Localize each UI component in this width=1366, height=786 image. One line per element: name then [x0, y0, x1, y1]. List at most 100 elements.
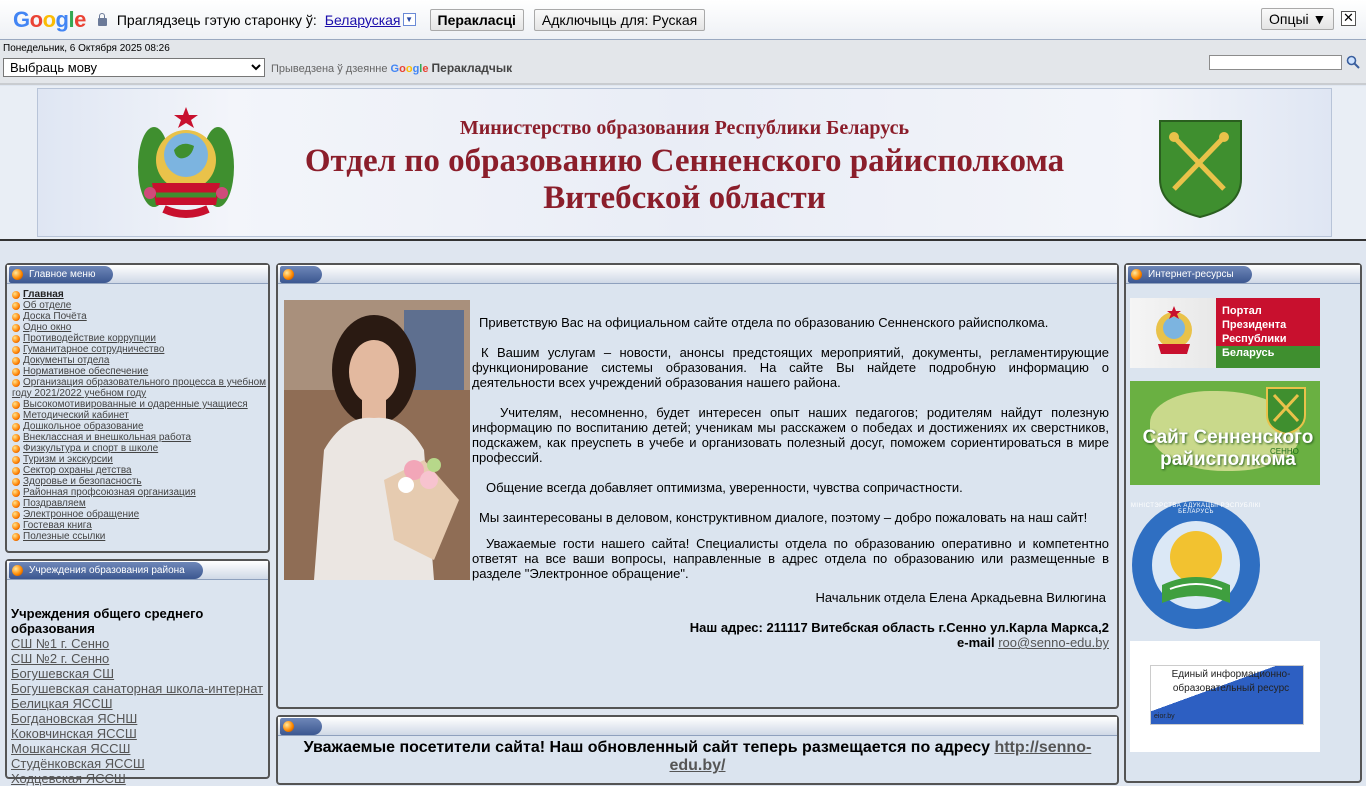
menu-item-link[interactable]: Одно окно [23, 322, 71, 333]
school-link[interactable]: Ходцевская ЯССШ [11, 771, 268, 786]
menu-item-link[interactable]: Документы отдела [23, 355, 109, 366]
translate-prompt: Праглядзець гэтую старонку ў: [116, 11, 317, 28]
menu-item[interactable]: Поздравляем [12, 498, 268, 509]
menu-item-link[interactable]: Гуманитарное сотрудничество [23, 344, 164, 355]
menu-item[interactable]: Туризм и экскурсии [12, 454, 268, 465]
menu-item[interactable]: Документы отдела [12, 355, 268, 366]
translate-bar: Google Праглядзець гэтую старонку ў: Бел… [0, 0, 1366, 40]
menu-item-link[interactable]: Поздравляем [23, 498, 86, 509]
menu-item[interactable]: Доска Почёта [12, 311, 268, 322]
menu-item-link[interactable]: Внеклассная и внешкольная работа [23, 432, 191, 443]
menu-item-link[interactable]: Сектор охраны детства [23, 465, 132, 476]
menu-item[interactable]: Высокомотивированные и одаренные учащиес… [12, 399, 268, 410]
banner-title: Отдел по образованию Сенненского райиспо… [304, 143, 1065, 179]
menu-item-link[interactable]: Дошкольное образование [23, 421, 144, 432]
powered-by-text: Прыведзена ў дзеянне [271, 63, 388, 75]
notice-header [278, 717, 1117, 736]
teachers-paragraph: Учителям, несомненно, будет интересен оп… [472, 405, 1109, 465]
resources-header: Интернет-ресурсы [1126, 265, 1360, 284]
menu-item[interactable]: Здоровье и безопасность [12, 476, 268, 487]
menu-item[interactable]: Полезные ссылки [12, 531, 268, 542]
bullet-ball-icon [12, 269, 23, 280]
menu-item[interactable]: Методический кабинет [12, 410, 268, 421]
menu-item-link[interactable]: Об отделе [23, 300, 71, 311]
president-portal-banner[interactable]: Портал Президента Республики Беларусь [1130, 298, 1320, 368]
menu-item[interactable]: Одно окно [12, 322, 268, 333]
school-link[interactable]: Богдановская ЯСНШ [11, 711, 268, 726]
notice-message: Уважаемые посетители сайта! Наш обновлен… [303, 739, 990, 756]
top-toolbar: Понедельник, 6 Октября 2025 08:26 Выбрац… [0, 40, 1366, 85]
menu-item[interactable]: Физкультура и спорт в школе [12, 443, 268, 454]
notice-tab [280, 718, 322, 735]
search-input[interactable] [1209, 55, 1342, 70]
translate-language-link[interactable]: Беларуская [325, 12, 401, 28]
menu-item[interactable]: Об отделе [12, 300, 268, 311]
menu-item-link[interactable]: Туризм и экскурсии [23, 454, 113, 465]
welcome-header [278, 265, 1117, 284]
menu-item[interactable]: Гуманитарное сотрудничество [12, 344, 268, 355]
menu-item-link[interactable]: Главная [23, 289, 64, 300]
menu-item[interactable]: Внеклассная и внешкольная работа [12, 432, 268, 443]
close-icon[interactable]: ✕ [1341, 11, 1356, 26]
google-small-logo[interactable]: Google [391, 63, 429, 75]
disable-translate-button[interactable]: Адключыць для: Руская [533, 8, 706, 31]
resources-panel: Интернет-ресурсы Портал Президента Респу… [1124, 263, 1362, 783]
translator-link[interactable]: Перакладчык [432, 61, 513, 75]
menu-item[interactable]: Районная профсоюзная организация [12, 487, 268, 498]
language-select[interactable]: Выбраць мову [3, 58, 265, 77]
email-link[interactable]: roo@senno-edu.by [998, 635, 1109, 650]
school-link[interactable]: Белицкая ЯССШ [11, 696, 268, 711]
dialogue-paragraph: Мы заинтересованы в деловом, конструктив… [479, 510, 1088, 525]
options-button[interactable]: Опцыі ▼ [1261, 8, 1335, 30]
school-link[interactable]: Студёнковская ЯССШ [11, 756, 268, 771]
institutions-title: Учреждения образования района [29, 565, 185, 576]
menu-item-link[interactable]: Гостевая книга [23, 520, 92, 531]
bullet-ball-icon [1131, 269, 1142, 280]
school-link[interactable]: СШ №1 г. Сенно [11, 636, 268, 651]
chevron-down-icon[interactable]: ▼ [402, 13, 416, 26]
email-label: e-mail [957, 635, 995, 650]
ministry-education-banner[interactable]: МІНІСТЭРСТВА АДУКАЦЫІ РЭСПУБЛІКІ БЕЛАРУС… [1130, 499, 1262, 631]
senno-small-text: СЕННО [1270, 447, 1299, 456]
menu-item-link[interactable]: Электронное обращение [23, 509, 139, 520]
menu-item-link[interactable]: Высокомотивированные и одаренные учащиес… [23, 399, 248, 410]
eior-banner[interactable]: Единый информационно-образовательный рес… [1130, 641, 1320, 752]
menu-item[interactable]: Сектор охраны детства [12, 465, 268, 476]
school-link[interactable]: Богушевская санаторная школа-интернат [11, 681, 268, 696]
senno-district-banner[interactable]: Сайт Сенненского райисполкома СЕННО [1130, 381, 1320, 485]
menu-item-link[interactable]: Районная профсоюзная организация [23, 487, 196, 498]
menu-item-link[interactable]: Методический кабинет [23, 410, 129, 421]
banner-region: Витебской области [543, 180, 826, 216]
main-menu-panel: Главное меню Главная Об отделе Доска Почёт… [5, 263, 270, 553]
menu-item-link[interactable]: Доска Почёта [23, 311, 87, 322]
institutions-panel: Учреждения образования района Учреждения… [5, 559, 270, 786]
google-logo[interactable]: Google [13, 7, 86, 33]
menu-item-link[interactable]: Физкультура и спорт в школе [23, 443, 158, 454]
menu-item[interactable]: Нормативное обеспечение [12, 366, 268, 377]
school-link[interactable]: Коковчинская ЯССШ [11, 726, 268, 741]
school-link[interactable]: СШ №2 г. Сенно [11, 651, 268, 666]
menu-item-link[interactable]: Здоровье и безопасность [23, 476, 142, 487]
search-icon[interactable] [1346, 55, 1360, 69]
resources-title: Интернет-ресурсы [1148, 269, 1234, 280]
bullet-ball-icon [12, 565, 23, 576]
ministry-text: МІНІСТЭРСТВА АДУКАЦЫІ РЭСПУБЛІКІ БЕЛАРУС… [1130, 503, 1262, 515]
welcome-panel: Приветствую Вас на официальном сайте отд… [276, 263, 1119, 709]
menu-item[interactable]: Электронное обращение [12, 509, 268, 520]
school-link[interactable]: Мошканская ЯССШ [11, 741, 268, 756]
main-menu-header: Главное меню [7, 265, 268, 284]
menu-item[interactable]: Организация образовательного процесса в … [12, 377, 268, 399]
school-link[interactable]: Богушевская СШ [11, 666, 268, 681]
menu-item[interactable]: Противодействие коррупции [12, 333, 268, 344]
resources-tab: Интернет-ресурсы [1128, 266, 1252, 283]
menu-item-link[interactable]: Организация образовательного процесса в … [12, 377, 266, 399]
menu-item-link[interactable]: Противодействие коррупции [23, 333, 156, 344]
menu-item-link[interactable]: Нормативное обеспечение [23, 366, 148, 377]
menu-item[interactable]: Гостевая книга [12, 520, 268, 531]
menu-item[interactable]: Главная [12, 289, 268, 300]
banner-ministry: Министерство образования Республики Бела… [459, 117, 910, 139]
menu-item-link[interactable]: Полезные ссылки [23, 531, 105, 542]
bullet-ball-icon [283, 721, 294, 732]
menu-item[interactable]: Дошкольное образование [12, 421, 268, 432]
translate-button[interactable]: Перакласці [429, 8, 524, 31]
